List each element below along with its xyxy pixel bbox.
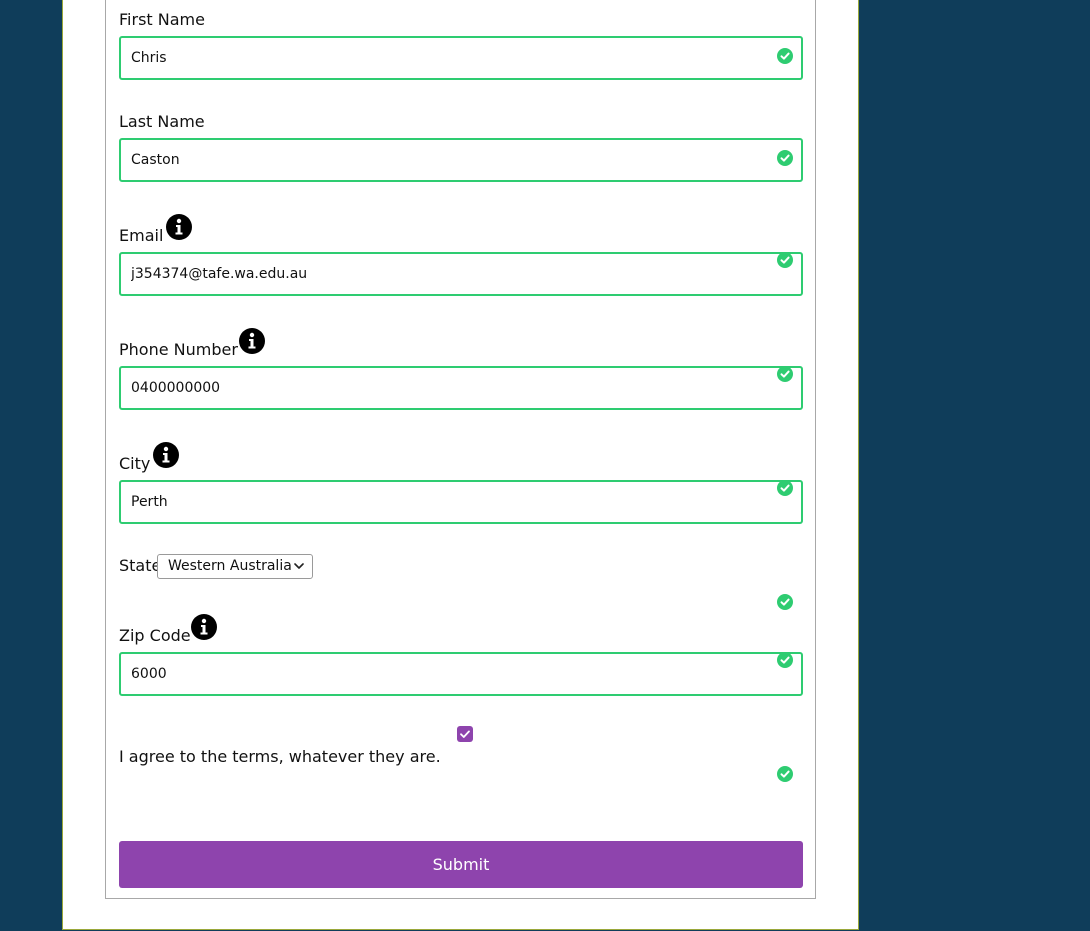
state-selected-value: Western Australia (168, 558, 292, 574)
chevron-down-icon (294, 563, 304, 569)
last-name-label: Last Name (119, 112, 205, 131)
terms-checkbox[interactable] (457, 726, 473, 742)
phone-input[interactable] (131, 368, 761, 408)
info-icon[interactable] (191, 614, 217, 640)
email-input[interactable] (131, 254, 761, 294)
last-name-input[interactable] (131, 140, 761, 180)
check-circle-icon (777, 480, 793, 496)
zip-label: Zip Code (119, 626, 191, 645)
first-name-label: First Name (119, 10, 205, 29)
check-circle-icon (777, 652, 793, 668)
check-circle-icon (777, 366, 793, 382)
check-circle-icon (777, 150, 793, 166)
state-select[interactable]: Western Australia (157, 554, 313, 579)
checkmark-icon (460, 730, 470, 738)
city-field[interactable] (119, 480, 803, 524)
city-label: City (119, 454, 151, 473)
info-icon[interactable] (166, 214, 192, 240)
submit-button[interactable]: Submit (119, 841, 803, 888)
check-circle-icon (777, 594, 793, 610)
last-name-field[interactable] (119, 138, 803, 182)
info-icon[interactable] (153, 442, 179, 468)
phone-label: Phone Number (119, 340, 238, 359)
email-field[interactable] (119, 252, 803, 296)
check-circle-icon (777, 766, 793, 782)
phone-field[interactable] (119, 366, 803, 410)
check-circle-icon (777, 48, 793, 64)
zip-input[interactable] (131, 654, 761, 694)
check-circle-icon (777, 252, 793, 268)
first-name-field[interactable] (119, 36, 803, 80)
zip-field[interactable] (119, 652, 803, 696)
state-label: State (119, 556, 162, 575)
first-name-input[interactable] (131, 38, 761, 78)
email-label: Email (119, 226, 164, 245)
city-input[interactable] (131, 482, 761, 522)
terms-label: I agree to the terms, whatever they are. (119, 747, 441, 766)
info-icon[interactable] (239, 328, 265, 354)
